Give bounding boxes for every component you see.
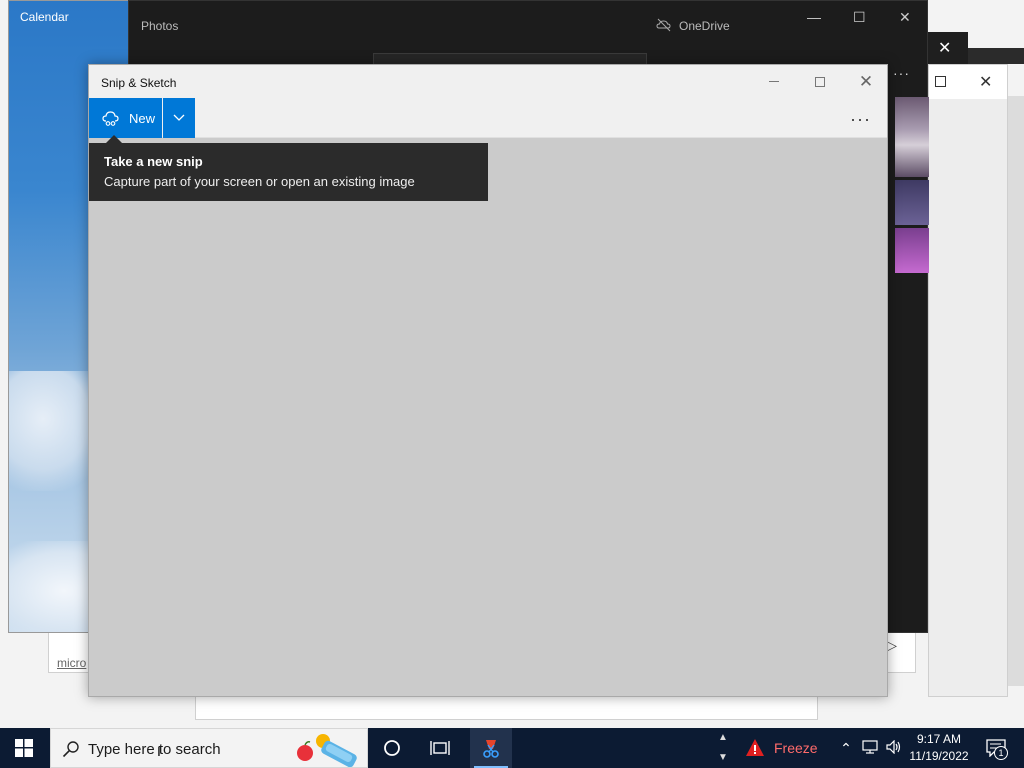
snip-sketch-icon — [483, 740, 499, 758]
photos-title: Photos — [141, 19, 179, 33]
search-icon — [62, 741, 79, 758]
cloud-off-icon — [656, 18, 671, 32]
maximize-icon — [815, 76, 825, 87]
circle-icon — [384, 740, 400, 756]
see-more-button[interactable]: ... — [841, 106, 881, 130]
start-button[interactable] — [0, 728, 48, 768]
chevron-up-icon[interactable]: ▲ — [712, 728, 734, 748]
taskbar-search-box[interactable]: Type here to search I — [50, 728, 368, 768]
search-highlight-icon[interactable] — [291, 731, 367, 767]
background-window-right-titlebar: ✕ — [929, 65, 1007, 99]
new-button-label: New — [129, 110, 156, 126]
minimize-icon[interactable]: — — [807, 9, 821, 25]
clock-date: 11/19/2022 — [909, 749, 969, 763]
close-icon[interactable]: ✕ — [938, 38, 951, 58]
clock-time: 9:17 AM — [916, 732, 962, 746]
notification-count-badge: 1 — [994, 746, 1008, 760]
background-dark-edge — [968, 48, 1024, 64]
minimize-icon — [769, 81, 779, 82]
new-snip-dropdown-button[interactable] — [163, 98, 195, 138]
background-window-right: ✕ — [928, 64, 1008, 697]
snip-sketch-taskbar-button[interactable] — [470, 728, 512, 768]
background-window-dark-titlebar: ✕ — [928, 32, 968, 64]
background-partial-text: micro — [57, 656, 87, 670]
close-button[interactable]: ✕ — [843, 65, 889, 98]
photo-thumbnail[interactable] — [895, 97, 929, 177]
volume-icon[interactable] — [882, 739, 906, 757]
taskbar: Type here to search I ▲ ▼ Freeze ⌃ 9:17 … — [0, 728, 1024, 768]
task-view-button[interactable] — [424, 736, 456, 760]
onedrive-label[interactable]: OneDrive — [679, 19, 730, 33]
photo-thumbnails — [895, 97, 929, 277]
window-title: Snip & Sketch — [101, 76, 177, 90]
close-icon[interactable]: ✕ — [899, 9, 911, 26]
freeze-button[interactable]: Freeze — [736, 728, 828, 768]
background-edge-strip — [1006, 96, 1024, 686]
search-placeholder: Type here to search — [88, 741, 221, 758]
clock[interactable]: 9:17 AM 11/19/2022 — [906, 731, 972, 765]
cortana-button[interactable] — [376, 736, 408, 760]
maximize-icon[interactable] — [935, 76, 946, 87]
photo-thumbnail[interactable] — [895, 228, 929, 273]
freeze-label: Freeze — [774, 740, 818, 756]
freeze-alert-icon — [746, 739, 764, 756]
maximize-button[interactable] — [797, 65, 843, 98]
tooltip-arrow — [106, 135, 122, 143]
snip-icon — [102, 111, 119, 126]
close-icon[interactable]: ✕ — [979, 72, 992, 92]
calendar-title: Calendar — [20, 10, 69, 24]
maximize-icon[interactable]: ☐ — [853, 9, 866, 26]
chevron-down-icon — [173, 114, 185, 121]
text-cursor-icon: I — [157, 743, 161, 759]
new-snip-button[interactable]: New — [89, 98, 162, 138]
title-bar[interactable]: Snip & Sketch ✕ — [89, 65, 887, 98]
system-tray: ⌃ — [834, 728, 906, 768]
toolbar: New ... — [89, 98, 887, 138]
close-icon: ✕ — [858, 72, 874, 91]
more-icon[interactable]: ··· — [893, 65, 910, 81]
tooltip-heading: Take a new snip — [104, 154, 203, 169]
task-view-icon — [430, 741, 450, 755]
snip-sketch-window: Snip & Sketch ✕ New ... Take a new snip … — [88, 64, 888, 697]
taskbar-scroll-buttons[interactable]: ▲ ▼ — [712, 728, 734, 768]
windows-logo-icon — [15, 739, 33, 757]
new-snip-tooltip: Take a new snip Capture part of your scr… — [89, 143, 488, 201]
chevron-down-icon[interactable]: ▼ — [712, 748, 734, 768]
minimize-button[interactable] — [751, 65, 797, 98]
action-center-button[interactable]: 1 — [980, 734, 1012, 762]
chevron-up-icon[interactable]: ⌃ — [834, 740, 858, 757]
photo-thumbnail[interactable] — [895, 180, 929, 225]
tooltip-body: Capture part of your screen or open an e… — [104, 174, 415, 189]
network-icon[interactable] — [858, 739, 882, 757]
